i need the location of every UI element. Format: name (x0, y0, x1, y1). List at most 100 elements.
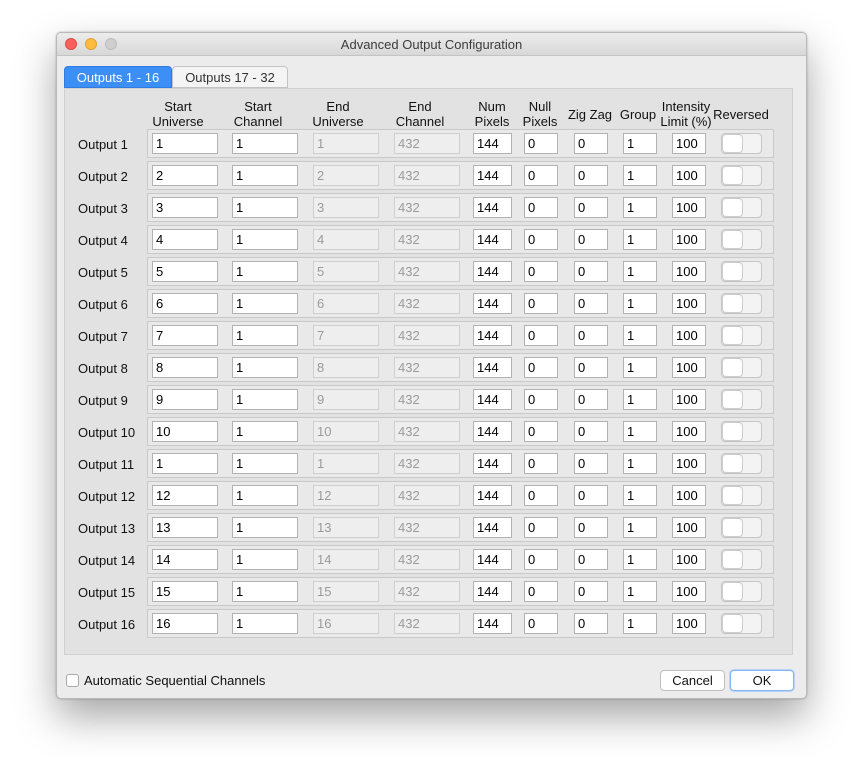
group-field[interactable]: 1 (623, 421, 657, 442)
start-universe-field[interactable]: 15 (152, 581, 218, 602)
group-field[interactable]: 1 (623, 581, 657, 602)
reversed-toggle[interactable] (721, 357, 762, 378)
num-pixels-field[interactable]: 144 (473, 133, 512, 154)
reversed-toggle[interactable] (721, 517, 762, 538)
null-pixels-field[interactable]: 0 (524, 613, 558, 634)
reversed-toggle[interactable] (721, 485, 762, 506)
start-universe-field[interactable]: 1 (152, 133, 218, 154)
start-channel-field[interactable]: 1 (232, 549, 298, 570)
zig-zag-field[interactable]: 0 (574, 453, 608, 474)
group-field[interactable]: 1 (623, 517, 657, 538)
zig-zag-field[interactable]: 0 (574, 613, 608, 634)
zig-zag-field[interactable]: 0 (574, 293, 608, 314)
zig-zag-field[interactable]: 0 (574, 549, 608, 570)
zig-zag-field[interactable]: 0 (574, 133, 608, 154)
start-channel-field[interactable]: 1 (232, 453, 298, 474)
start-channel-field[interactable]: 1 (232, 485, 298, 506)
num-pixels-field[interactable]: 144 (473, 357, 512, 378)
group-field[interactable]: 1 (623, 165, 657, 186)
reversed-toggle[interactable] (721, 165, 762, 186)
null-pixels-field[interactable]: 0 (524, 325, 558, 346)
start-channel-field[interactable]: 1 (232, 293, 298, 314)
start-channel-field[interactable]: 1 (232, 613, 298, 634)
start-channel-field[interactable]: 1 (232, 421, 298, 442)
intensity-limit-field[interactable]: 100 (672, 613, 706, 634)
group-field[interactable]: 1 (623, 485, 657, 506)
reversed-toggle[interactable] (721, 421, 762, 442)
start-channel-field[interactable]: 1 (232, 325, 298, 346)
intensity-limit-field[interactable]: 100 (672, 581, 706, 602)
num-pixels-field[interactable]: 144 (473, 549, 512, 570)
num-pixels-field[interactable]: 144 (473, 229, 512, 250)
null-pixels-field[interactable]: 0 (524, 357, 558, 378)
null-pixels-field[interactable]: 0 (524, 389, 558, 410)
zig-zag-field[interactable]: 0 (574, 261, 608, 282)
start-universe-field[interactable]: 2 (152, 165, 218, 186)
start-channel-field[interactable]: 1 (232, 517, 298, 538)
num-pixels-field[interactable]: 144 (473, 261, 512, 282)
group-field[interactable]: 1 (623, 325, 657, 346)
zig-zag-field[interactable]: 0 (574, 229, 608, 250)
start-channel-field[interactable]: 1 (232, 389, 298, 410)
auto-sequential-checkbox[interactable] (66, 674, 79, 687)
num-pixels-field[interactable]: 144 (473, 389, 512, 410)
reversed-toggle[interactable] (721, 293, 762, 314)
zig-zag-field[interactable]: 0 (574, 421, 608, 442)
start-channel-field[interactable]: 1 (232, 165, 298, 186)
start-channel-field[interactable]: 1 (232, 261, 298, 282)
start-universe-field[interactable]: 8 (152, 357, 218, 378)
group-field[interactable]: 1 (623, 229, 657, 250)
num-pixels-field[interactable]: 144 (473, 293, 512, 314)
intensity-limit-field[interactable]: 100 (672, 485, 706, 506)
start-channel-field[interactable]: 1 (232, 581, 298, 602)
intensity-limit-field[interactable]: 100 (672, 229, 706, 250)
intensity-limit-field[interactable]: 100 (672, 549, 706, 570)
reversed-toggle[interactable] (721, 389, 762, 410)
reversed-toggle[interactable] (721, 197, 762, 218)
intensity-limit-field[interactable]: 100 (672, 133, 706, 154)
start-universe-field[interactable]: 6 (152, 293, 218, 314)
num-pixels-field[interactable]: 144 (473, 581, 512, 602)
null-pixels-field[interactable]: 0 (524, 229, 558, 250)
num-pixels-field[interactable]: 144 (473, 613, 512, 634)
group-field[interactable]: 1 (623, 133, 657, 154)
intensity-limit-field[interactable]: 100 (672, 197, 706, 218)
null-pixels-field[interactable]: 0 (524, 453, 558, 474)
start-channel-field[interactable]: 1 (232, 197, 298, 218)
start-universe-field[interactable]: 16 (152, 613, 218, 634)
zig-zag-field[interactable]: 0 (574, 517, 608, 538)
group-field[interactable]: 1 (623, 261, 657, 282)
reversed-toggle[interactable] (721, 133, 762, 154)
group-field[interactable]: 1 (623, 613, 657, 634)
start-channel-field[interactable]: 1 (232, 357, 298, 378)
zig-zag-field[interactable]: 0 (574, 165, 608, 186)
start-universe-field[interactable]: 3 (152, 197, 218, 218)
intensity-limit-field[interactable]: 100 (672, 517, 706, 538)
intensity-limit-field[interactable]: 100 (672, 357, 706, 378)
num-pixels-field[interactable]: 144 (473, 485, 512, 506)
reversed-toggle[interactable] (721, 581, 762, 602)
num-pixels-field[interactable]: 144 (473, 421, 512, 442)
start-channel-field[interactable]: 1 (232, 229, 298, 250)
null-pixels-field[interactable]: 0 (524, 261, 558, 282)
null-pixels-field[interactable]: 0 (524, 133, 558, 154)
group-field[interactable]: 1 (623, 453, 657, 474)
null-pixels-field[interactable]: 0 (524, 485, 558, 506)
zig-zag-field[interactable]: 0 (574, 357, 608, 378)
intensity-limit-field[interactable]: 100 (672, 293, 706, 314)
null-pixels-field[interactable]: 0 (524, 293, 558, 314)
tab-outputs-1-16[interactable]: Outputs 1 - 16 (64, 66, 172, 88)
null-pixels-field[interactable]: 0 (524, 165, 558, 186)
start-universe-field[interactable]: 1 (152, 453, 218, 474)
start-universe-field[interactable]: 9 (152, 389, 218, 410)
tab-outputs-17-32[interactable]: Outputs 17 - 32 (172, 66, 288, 88)
intensity-limit-field[interactable]: 100 (672, 389, 706, 410)
start-universe-field[interactable]: 13 (152, 517, 218, 538)
zig-zag-field[interactable]: 0 (574, 197, 608, 218)
start-universe-field[interactable]: 7 (152, 325, 218, 346)
zig-zag-field[interactable]: 0 (574, 325, 608, 346)
zig-zag-field[interactable]: 0 (574, 389, 608, 410)
reversed-toggle[interactable] (721, 549, 762, 570)
null-pixels-field[interactable]: 0 (524, 421, 558, 442)
group-field[interactable]: 1 (623, 293, 657, 314)
